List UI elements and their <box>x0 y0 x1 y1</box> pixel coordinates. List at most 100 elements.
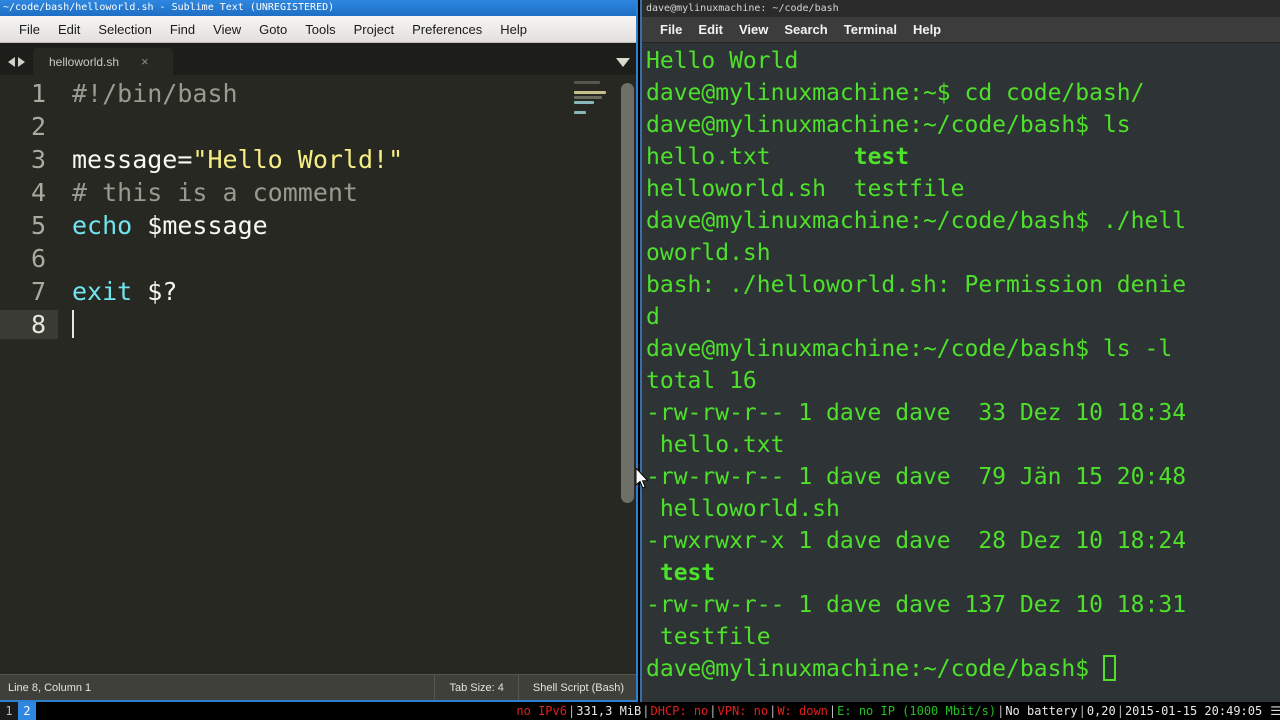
terminal-line: total 16 <box>646 365 1280 397</box>
sublime-statusbar: Line 8, Column 1 Tab Size: 4 Shell Scrip… <box>0 674 638 700</box>
code-line[interactable]: 7exit $? <box>0 277 403 310</box>
status-item[interactable]: VPN: no <box>718 704 769 718</box>
status-item[interactable]: 0,20 <box>1087 704 1116 718</box>
sublime-menubar[interactable]: FileEditSelectionFindViewGotoToolsProjec… <box>0 16 638 43</box>
sublime-menu-tools[interactable]: Tools <box>296 20 344 39</box>
code-editor-area[interactable]: 1#!/bin/bash23message="Hello World!"4# t… <box>0 75 638 688</box>
system-taskbar[interactable]: 12 no IPv6|331,3 MiB|DHCP: no|VPN: no|W:… <box>0 702 1280 720</box>
terminal-output-area[interactable]: Hello World dave@mylinuxmachine:~$ cd cod… <box>642 43 1280 702</box>
status-item[interactable]: W: down <box>777 704 828 718</box>
terminal-text: oworld.sh <box>646 240 771 266</box>
code-lines-container[interactable]: 1#!/bin/bash23message="Hello World!"4# t… <box>0 79 403 343</box>
sublime-menu-selection[interactable]: Selection <box>89 20 160 39</box>
terminal-window[interactable]: dave@mylinuxmachine: ~/code/bash FileEdi… <box>640 0 1280 702</box>
sublime-menu-view[interactable]: View <box>204 20 250 39</box>
terminal-menu-help[interactable]: Help <box>905 20 949 39</box>
terminal-text: -rwxrwxr-x 1 dave dave 28 Dez 10 18:24 <box>646 528 1186 554</box>
terminal-text: helloworld.sh testfile <box>646 176 965 202</box>
terminal-title-text: dave@mylinuxmachine: ~/code/bash <box>646 3 839 14</box>
line-number: 7 <box>0 277 58 306</box>
terminal-menubar[interactable]: FileEditViewSearchTerminalHelp <box>642 17 1280 43</box>
status-item[interactable]: 331,3 MiB <box>576 704 641 718</box>
terminal-line: Hello World <box>646 45 1280 77</box>
code-line[interactable]: 6 <box>0 244 403 277</box>
sublime-menu-goto[interactable]: Goto <box>250 20 296 39</box>
tab-size-status[interactable]: Tab Size: 4 <box>434 675 517 701</box>
syntax-mode-status[interactable]: Shell Script (Bash) <box>518 675 638 701</box>
terminal-text: dave@mylinuxmachine:~/code/bash$ ls -l <box>646 336 1172 362</box>
terminal-titlebar[interactable]: dave@mylinuxmachine: ~/code/bash <box>642 0 1280 17</box>
code-line[interactable]: 1#!/bin/bash <box>0 79 403 112</box>
terminal-text: dave@mylinuxmachine:~/code/bash$ ls <box>646 112 1131 138</box>
status-separator: | <box>1116 704 1125 718</box>
status-separator: | <box>708 704 717 718</box>
code-line[interactable]: 4# this is a comment <box>0 178 403 211</box>
code-line-text[interactable]: #!/bin/bash <box>58 79 238 108</box>
code-line-text[interactable]: echo $message <box>58 211 268 240</box>
tab-nav-arrows[interactable] <box>0 57 33 75</box>
close-icon[interactable]: × <box>141 55 149 68</box>
code-line-text[interactable]: message="Hello World!" <box>58 145 403 174</box>
sublime-text-window[interactable]: ~/code/bash/helloworld.sh - Sublime Text… <box>0 0 638 702</box>
status-item[interactable]: no IPv6 <box>516 704 567 718</box>
editor-tab-helloworld[interactable]: helloworld.sh × <box>33 48 173 75</box>
terminal-line: helloworld.sh <box>646 493 1280 525</box>
sublime-menu-find[interactable]: Find <box>161 20 204 39</box>
terminal-text: bash: ./helloworld.sh: Permission denie <box>646 272 1186 298</box>
terminal-line: hello.txt <box>646 429 1280 461</box>
terminal-menu-search[interactable]: Search <box>776 20 835 39</box>
terminal-text: dave@mylinuxmachine:~$ cd code/bash/ <box>646 80 1145 106</box>
sublime-titlebar[interactable]: ~/code/bash/helloworld.sh - Sublime Text… <box>0 0 638 16</box>
chevron-down-icon[interactable] <box>616 58 630 67</box>
terminal-text: Hello World <box>646 48 798 74</box>
terminal-text: hello.txt <box>646 432 784 458</box>
code-line[interactable]: 5echo $message <box>0 211 403 244</box>
sublime-menu-preferences[interactable]: Preferences <box>403 20 491 39</box>
taskbar-status-items: no IPv6|331,3 MiB|DHCP: no|VPN: no|W: do… <box>516 704 1266 718</box>
code-token: #!/bin/bash <box>72 79 238 108</box>
terminal-text: -rw-rw-r-- 1 dave dave 137 Dez 10 18:31 <box>646 592 1186 618</box>
status-item[interactable]: No battery <box>1005 704 1077 718</box>
code-line-text[interactable] <box>58 310 74 339</box>
status-item[interactable]: DHCP: no <box>650 704 708 718</box>
status-separator: | <box>641 704 650 718</box>
code-line[interactable]: 3message="Hello World!" <box>0 145 403 178</box>
chevron-left-icon[interactable] <box>8 57 15 67</box>
status-item[interactable]: E: no IP (1000 Mbit/s) <box>837 704 996 718</box>
code-line[interactable]: 2 <box>0 112 403 145</box>
code-token: echo <box>72 211 132 240</box>
status-separator: | <box>1078 704 1087 718</box>
sublime-menu-edit[interactable]: Edit <box>49 20 89 39</box>
terminal-menu-file[interactable]: File <box>652 20 690 39</box>
workspace-switcher[interactable]: 12 <box>0 702 36 720</box>
terminal-text: hello.txt <box>646 144 854 170</box>
chevron-right-icon[interactable] <box>18 57 25 67</box>
terminal-cursor <box>1103 655 1116 681</box>
line-number: 3 <box>0 145 58 174</box>
terminal-line: bash: ./helloworld.sh: Permission denie <box>646 269 1280 301</box>
line-number: 2 <box>0 112 58 141</box>
sublime-menu-file[interactable]: File <box>10 20 49 39</box>
code-token: "Hello World!" <box>192 145 403 174</box>
code-line-text[interactable]: exit $? <box>58 277 177 306</box>
editor-tab-label: helloworld.sh <box>49 55 119 69</box>
workspace-button-2[interactable]: 2 <box>18 702 36 720</box>
editor-minimap[interactable] <box>574 81 614 121</box>
code-line[interactable]: 8 <box>0 310 403 343</box>
status-item[interactable]: 2015-01-15 20:49:05 <box>1125 704 1262 718</box>
sublime-tabbar[interactable]: helloworld.sh × <box>0 43 638 75</box>
terminal-menu-terminal[interactable]: Terminal <box>836 20 905 39</box>
terminal-line: dave@mylinuxmachine:~/code/bash$ ls <box>646 109 1280 141</box>
line-number: 4 <box>0 178 58 207</box>
code-line-text[interactable]: # this is a comment <box>58 178 358 207</box>
workspace-button-1[interactable]: 1 <box>0 702 18 720</box>
sublime-menu-help[interactable]: Help <box>491 20 536 39</box>
tray-menu-icon[interactable]: ☰ <box>1266 704 1280 718</box>
terminal-text: dave@mylinuxmachine:~/code/bash$ ./hell <box>646 208 1186 234</box>
terminal-text: d <box>646 304 660 330</box>
terminal-menu-edit[interactable]: Edit <box>690 20 731 39</box>
terminal-text: -rw-rw-r-- 1 dave dave 33 Dez 10 18:34 <box>646 400 1186 426</box>
editor-scrollbar[interactable] <box>621 83 634 503</box>
sublime-menu-project[interactable]: Project <box>345 20 403 39</box>
terminal-menu-view[interactable]: View <box>731 20 776 39</box>
